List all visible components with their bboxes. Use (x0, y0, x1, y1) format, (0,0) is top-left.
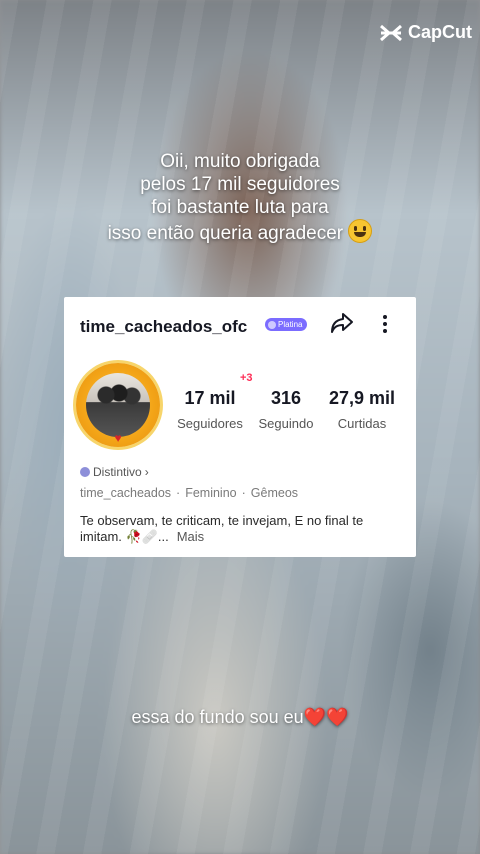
top-caption: Oii, muito obrigada pelos 17 mil seguido… (0, 150, 480, 245)
badge-label: Platina (278, 320, 303, 329)
following-count: 316 (270, 388, 302, 408)
share-icon[interactable] (330, 312, 354, 334)
more-vertical-icon[interactable] (375, 313, 395, 335)
heart-icon: ♥ (114, 431, 122, 445)
chevron-right-icon: › (144, 465, 149, 479)
platina-badge[interactable]: Platina (265, 318, 308, 331)
bio-line: imitam. 🥀🩹... (80, 529, 169, 544)
followers-label: Seguidores (177, 416, 243, 431)
bio-more-link[interactable]: Mais (177, 529, 204, 544)
followers-count: 17 mil (184, 388, 236, 408)
likes-label: Curtidas (337, 416, 387, 431)
watermark-label: CapCut (408, 22, 472, 42)
capcut-watermark: CapCut (379, 22, 472, 43)
caption-line: pelos 17 mil seguidores (140, 174, 340, 195)
capcut-logo-icon (380, 24, 402, 41)
profile-bio: Te observam, te criticam, te invejam, E … (80, 513, 400, 545)
avatar-photo (86, 373, 150, 437)
avatar[interactable]: ♥ (76, 363, 160, 447)
caption-line: Oii, muito obrigada (160, 151, 320, 172)
distintivo-label: Distintivo (93, 465, 142, 479)
likes-stat[interactable]: 27,9 mil Curtidas (322, 388, 402, 431)
likes-count: 27,9 mil (328, 388, 396, 408)
caption-line: isso então queria agradecer (107, 223, 344, 244)
followers-stat[interactable]: 17 mil Seguidores (172, 388, 248, 431)
meta-gender: Feminino (185, 486, 237, 500)
following-stat[interactable]: 316 Seguindo (254, 388, 318, 431)
distintivo-icon (80, 467, 90, 477)
profile-username: time_cacheados_ofc (80, 317, 248, 336)
meta-sign: Gêmeos (250, 486, 299, 500)
smiling-face-emoji-icon (348, 219, 373, 243)
badge-icon (268, 320, 276, 329)
profile-card: time_cacheados_ofc Platina ♥ +3 17 mil S… (64, 297, 416, 557)
new-followers-badge: +3 (240, 372, 253, 384)
bottom-caption: essa do fundo sou eu❤️❤️ (131, 707, 349, 727)
profile-meta: time_cacheados · Feminino · Gêmeos (80, 486, 299, 500)
distintivo-link[interactable]: Distintivo › (80, 465, 149, 479)
following-label: Seguindo (258, 416, 314, 431)
meta-handle: time_cacheados (80, 486, 172, 500)
caption-line: foi bastante luta para (151, 197, 329, 218)
bio-line: Te observam, te criticam, te invejam, E … (80, 513, 364, 528)
